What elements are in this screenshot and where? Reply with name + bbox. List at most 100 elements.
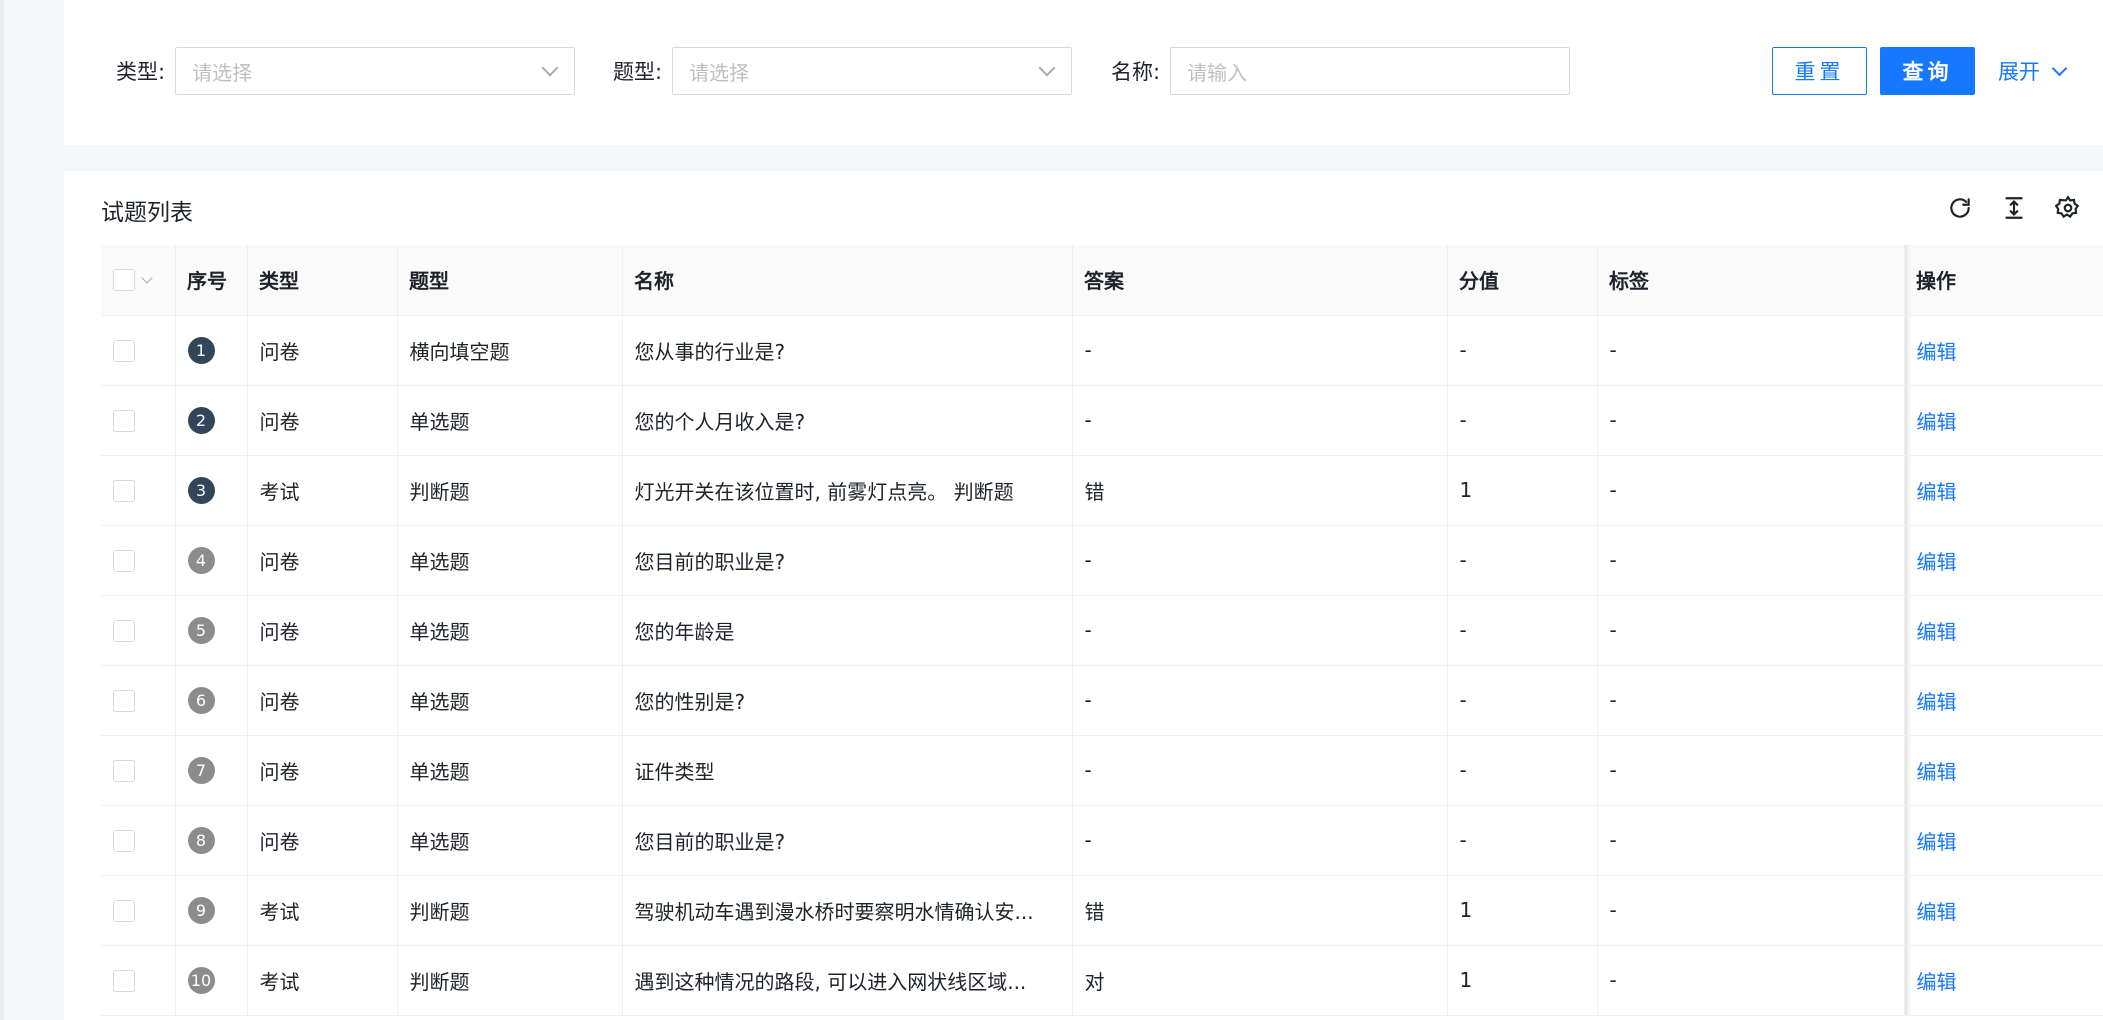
type-select[interactable]: 请选择	[175, 47, 576, 95]
name-filter-label: 名称:	[1111, 60, 1161, 84]
question-type-cell: 判断题	[397, 945, 623, 1016]
row-checkbox[interactable]	[113, 550, 135, 573]
edit-link[interactable]: 编辑	[1917, 340, 1957, 364]
index-badge: 6	[187, 686, 215, 714]
type-cell: 问卷	[247, 385, 398, 456]
row-checkbox[interactable]	[113, 900, 135, 923]
name-cell: 遇到这种情况的路段, 可以进入网状线区域...	[622, 945, 1073, 1016]
edit-link[interactable]: 编辑	[1917, 550, 1957, 574]
actions-cell: 编辑	[1904, 525, 2103, 596]
column-header-tag: 标签	[1597, 245, 1904, 316]
reset-button[interactable]: 重置	[1772, 47, 1867, 95]
question-type-filter: 题型: 请选择	[613, 47, 1073, 95]
name-cell: 您的性别是?	[622, 665, 1073, 736]
type-cell: 考试	[247, 875, 398, 946]
row-select-cell	[101, 315, 176, 386]
column-header-index: 序号	[175, 245, 247, 316]
table-row: 8 问卷 单选题 您目前的职业是? - - - 编辑	[101, 805, 2103, 876]
answer-cell: -	[1072, 805, 1448, 876]
score-cell: -	[1447, 525, 1598, 596]
index-badge: 7	[187, 756, 215, 784]
edit-link[interactable]: 编辑	[1917, 830, 1957, 854]
table-row: 6 问卷 单选题 您的性别是? - - - 编辑	[101, 665, 2103, 736]
actions-cell: 编辑	[1904, 385, 2103, 456]
row-select-cell	[101, 735, 176, 806]
expand-label: 展开	[1998, 60, 2040, 84]
actions-cell: 编辑	[1904, 455, 2103, 526]
index-badge: 8	[187, 826, 215, 854]
answer-cell: 对	[1072, 945, 1448, 1016]
row-select-cell	[101, 945, 176, 1016]
refresh-icon[interactable]	[1945, 193, 1975, 223]
index-badge: 10	[187, 966, 215, 994]
query-button[interactable]: 查询	[1880, 47, 1975, 95]
row-checkbox[interactable]	[113, 830, 135, 853]
index-badge: 1	[187, 336, 215, 364]
index-badge: 4	[187, 546, 215, 574]
edit-link[interactable]: 编辑	[1917, 620, 1957, 644]
question-type-select-placeholder: 请选择	[689, 60, 750, 85]
type-cell: 考试	[247, 455, 398, 526]
name-cell: 您从事的行业是?	[622, 315, 1073, 386]
question-type-cell: 单选题	[397, 525, 623, 596]
chevron-down-icon	[2051, 60, 2068, 76]
question-type-cell: 单选题	[397, 385, 623, 456]
column-header-actions: 操作	[1904, 245, 2103, 316]
actions-cell: 编辑	[1904, 315, 2103, 386]
row-checkbox[interactable]	[113, 410, 135, 433]
score-cell: -	[1447, 665, 1598, 736]
row-checkbox[interactable]	[113, 480, 135, 503]
answer-cell: -	[1072, 385, 1448, 456]
row-checkbox[interactable]	[113, 620, 135, 643]
density-icon[interactable]	[1999, 193, 2029, 223]
chevron-down-icon	[1038, 59, 1056, 77]
score-cell: -	[1447, 595, 1598, 666]
settings-icon[interactable]	[2053, 193, 2083, 223]
column-header-name: 名称	[622, 245, 1072, 316]
row-select-cell	[101, 455, 176, 526]
edit-link[interactable]: 编辑	[1917, 760, 1957, 784]
edit-link[interactable]: 编辑	[1917, 970, 1957, 994]
row-checkbox[interactable]	[113, 760, 135, 783]
index-badge: 2	[187, 406, 215, 434]
index-cell: 6	[175, 665, 248, 736]
edit-link[interactable]: 编辑	[1917, 900, 1957, 924]
question-type-select[interactable]: 请选择	[672, 47, 1073, 95]
row-select-cell	[101, 805, 176, 876]
actions-cell: 编辑	[1904, 735, 2103, 806]
table-header-row: 序号 类型 题型 名称 答案 分值 标签 操作	[101, 245, 2103, 316]
score-cell: -	[1447, 385, 1598, 456]
index-cell: 9	[175, 875, 248, 946]
table-row: 7 问卷 单选题 证件类型 - - - 编辑	[101, 735, 2103, 806]
tag-cell: -	[1597, 525, 1905, 596]
name-input[interactable]: 请输入	[1170, 47, 1571, 95]
table-row: 3 考试 判断题 灯光开关在该位置时, 前雾灯点亮。 判断题 错 1 - 编辑	[101, 455, 2103, 526]
question-type-cell: 单选题	[397, 595, 623, 666]
tag-cell: -	[1597, 805, 1905, 876]
index-cell: 4	[175, 525, 248, 596]
index-badge: 3	[187, 476, 215, 504]
index-badge: 9	[187, 896, 215, 924]
type-cell: 问卷	[247, 665, 398, 736]
answer-cell: -	[1072, 735, 1448, 806]
index-cell: 8	[175, 805, 248, 876]
card-title: 试题列表	[101, 200, 193, 226]
row-checkbox[interactable]	[113, 690, 135, 713]
chevron-down-icon[interactable]	[141, 272, 153, 284]
tag-cell: -	[1597, 595, 1905, 666]
type-cell: 考试	[247, 945, 398, 1016]
row-checkbox[interactable]	[113, 970, 135, 993]
type-cell: 问卷	[247, 595, 398, 666]
expand-toggle[interactable]: 展开	[1998, 47, 2068, 95]
row-checkbox[interactable]	[113, 340, 135, 363]
question-list-card: 试题列表 序号 类型 题型 名称 答案 分值 标签 操作 1 问卷 横向填空题 …	[64, 171, 2103, 1020]
score-cell: -	[1447, 315, 1598, 386]
select-all-checkbox[interactable]	[113, 268, 135, 291]
edit-link[interactable]: 编辑	[1917, 480, 1957, 504]
actions-cell: 编辑	[1904, 665, 2103, 736]
answer-cell: 错	[1072, 455, 1448, 526]
column-header-type: 类型	[247, 245, 397, 316]
type-cell: 问卷	[247, 805, 398, 876]
edit-link[interactable]: 编辑	[1917, 690, 1957, 714]
edit-link[interactable]: 编辑	[1917, 410, 1957, 434]
